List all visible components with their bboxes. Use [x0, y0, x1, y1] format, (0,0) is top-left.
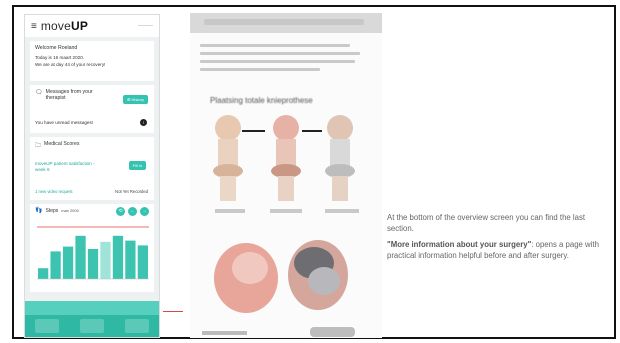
folder-icon: 🗀 — [35, 143, 42, 149]
nav-item-home[interactable] — [35, 319, 60, 333]
messages-card: 🗨 Messages from your therapist ⊞ History… — [30, 85, 154, 133]
fill-in-button[interactable]: Fill in — [128, 161, 146, 170]
caption-paragraph-2: "More information about your surgery": o… — [387, 240, 602, 261]
more-info-bar[interactable] — [25, 301, 159, 315]
steps-bar — [112, 235, 124, 279]
prev-button[interactable]: ← — [128, 207, 137, 216]
header-status: ——— — [138, 23, 153, 29]
survey-name[interactable]: moveUP patient satisfaction - week 6 — [35, 161, 105, 173]
knee-illustration-2 — [271, 115, 301, 201]
knee-illustration-1 — [213, 115, 243, 201]
steps-chart — [37, 226, 149, 280]
steps-bar — [62, 246, 74, 279]
steps-label: Steps — [45, 207, 59, 214]
unread-badge: ! — [140, 119, 147, 126]
steps-bar — [137, 245, 148, 279]
steps-bar — [100, 241, 111, 279]
steps-bar — [75, 235, 86, 279]
unread-text: You have unread messages! — [35, 120, 94, 125]
app-logo: moveUP — [40, 19, 89, 33]
chat-icon: 🗨 — [35, 90, 43, 96]
app-header: ≡ moveUP ——— — [25, 15, 159, 37]
info-document: Plaatsing totale knieprothese — [190, 13, 382, 338]
nav-item-info[interactable] — [124, 319, 149, 333]
steps-bar — [50, 251, 61, 279]
knee-photo-left — [214, 243, 278, 313]
medical-title: Medical Scores — [44, 141, 80, 147]
phone-screenshot: ≡ moveUP ——— Welcome Roeland Today is 16… — [24, 14, 160, 338]
video-request-link[interactable]: 1 new video request — [35, 189, 72, 194]
steps-card: 👣 Steps max 2000 ⟲ ← → — [30, 204, 154, 292]
knee-illustration-3 — [325, 115, 355, 201]
history-button[interactable]: ⊞ History — [123, 95, 148, 104]
caption-emphasis: "More information about your surgery" — [387, 240, 532, 249]
knee-photo-right — [288, 240, 348, 310]
refresh-button[interactable]: ⟲ — [116, 207, 125, 216]
connector-line — [163, 311, 183, 312]
messages-title: Messages from your therapist — [45, 89, 93, 101]
not-recorded-status: Not Yet Recorded — [115, 189, 148, 194]
nav-item-exercises[interactable] — [79, 319, 104, 333]
steps-max: max 2000 — [61, 208, 79, 213]
caption-text: At the bottom of the overview screen you… — [387, 213, 602, 267]
greeting: Welcome Roeland — [35, 45, 78, 51]
recovery-line: We are at day 44 of your recovery! — [35, 61, 106, 67]
welcome-card: Welcome Roeland Today is 16 maart 2020. … — [30, 41, 154, 81]
bottom-nav — [25, 315, 159, 337]
knee-illustrations — [202, 115, 359, 337]
medical-scores-card: 🗀 Medical Scores moveUP patient satisfac… — [30, 137, 154, 200]
menu-icon[interactable]: ≡ — [31, 21, 37, 32]
next-button[interactable]: → — [140, 207, 149, 216]
footsteps-icon: 👣 — [35, 208, 43, 214]
steps-bar — [125, 240, 136, 279]
steps-bar — [38, 268, 49, 279]
steps-bar — [87, 249, 99, 279]
caption-paragraph-1: At the bottom of the overview screen you… — [387, 213, 586, 233]
